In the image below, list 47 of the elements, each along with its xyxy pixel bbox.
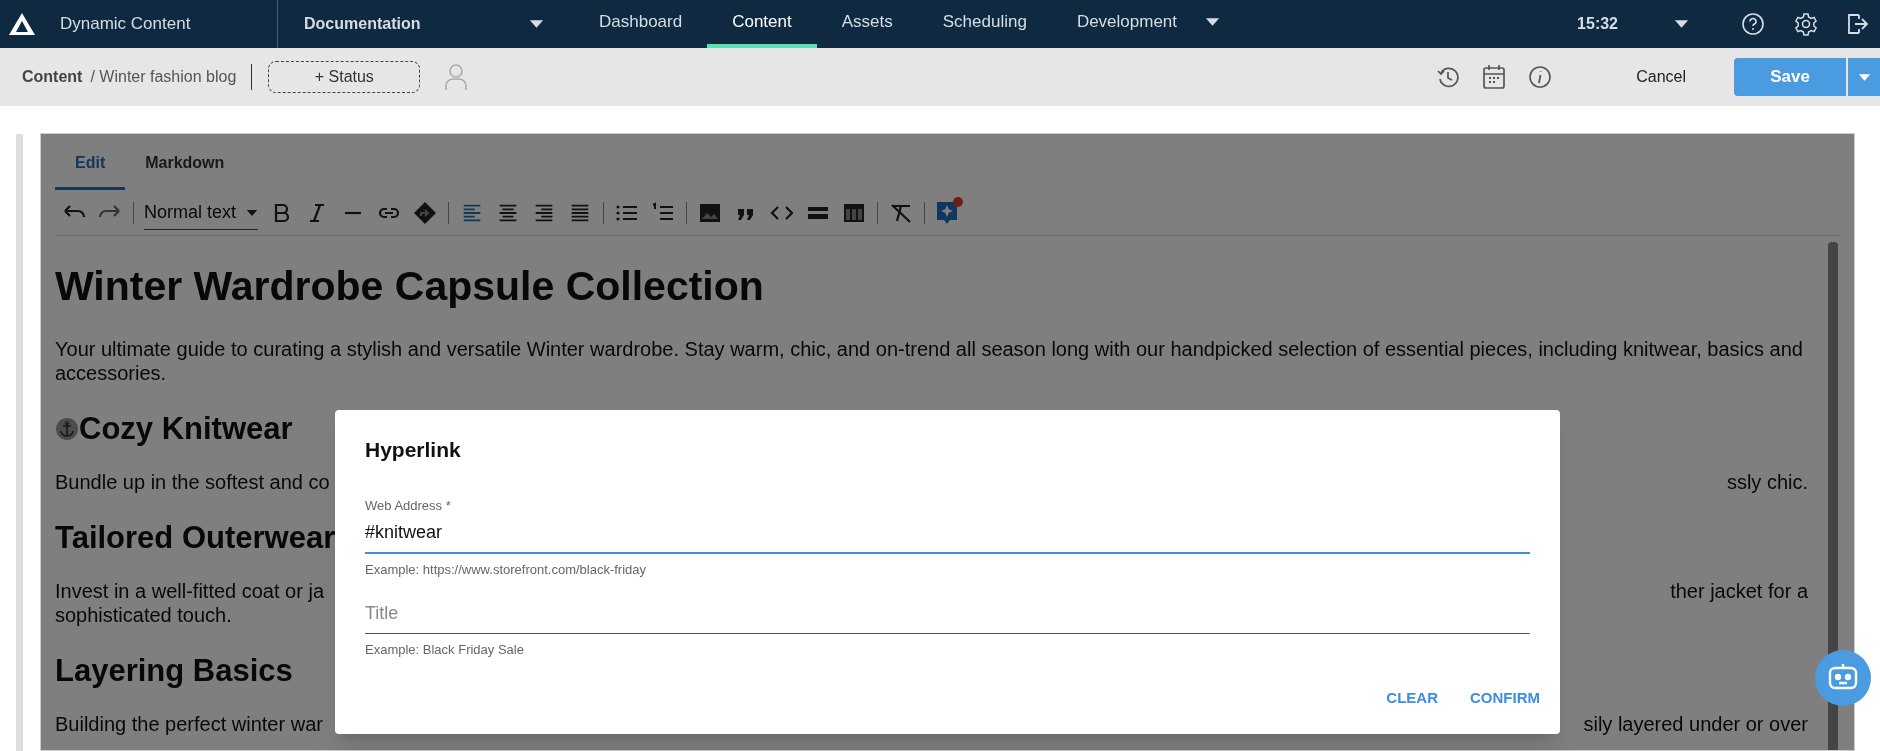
- caret-icon: [529, 19, 544, 29]
- anchor-diamond-icon[interactable]: [412, 200, 439, 225]
- paragraph-text: Bundle up in the softest and co: [55, 470, 330, 494]
- save-options-button[interactable]: [1848, 58, 1880, 96]
- app-title: Dynamic Content: [60, 13, 192, 36]
- cancel-button[interactable]: Cancel: [1636, 65, 1686, 89]
- caret-icon: [246, 208, 259, 217]
- paragraph-text: Invest in a well-fitted coat or ja: [55, 579, 324, 603]
- logo-icon: [8, 12, 36, 36]
- settings-icon[interactable]: [1794, 12, 1818, 36]
- dialog-title: Hyperlink: [365, 437, 462, 463]
- section-heading: Cozy Knitwear: [79, 410, 293, 448]
- helper-text: Example: Black Friday Sale: [365, 640, 525, 659]
- caret-icon: [1857, 72, 1871, 82]
- scrollbar[interactable]: [1828, 242, 1838, 750]
- paragraph-text: sily layered under or over: [1583, 712, 1808, 736]
- time-dropdown[interactable]: 15:32: [1577, 12, 1689, 36]
- nav-tab[interactable]: Dashboard: [574, 0, 708, 48]
- assistant-button[interactable]: [1815, 650, 1871, 706]
- caret-icon: [1674, 19, 1689, 29]
- block-style-dropdown[interactable]: Normal text: [144, 199, 259, 230]
- logout-icon[interactable]: [1846, 12, 1868, 36]
- breadcrumb-item: / Winter fashion blog: [90, 67, 237, 87]
- history-icon[interactable]: [1436, 65, 1461, 89]
- calendar-icon[interactable]: [1482, 64, 1507, 90]
- section-heading: Layering Basics: [55, 652, 293, 690]
- field-label: Web Address *: [365, 496, 452, 515]
- helper-text: Example: https://www.storefront.com/black-friday: [365, 561, 648, 579]
- help-icon[interactable]: [1741, 12, 1765, 36]
- sparkle-icon[interactable]: [935, 199, 960, 226]
- nav-tab[interactable]: Development: [1051, 0, 1246, 48]
- paragraph-text: Your ultimate guide to curating a stylish and versatile Winter wardrobe. Stay warm, chic, and on-trend all season long with our handpicked selection of essential pieces, including knitwear, basics and accessories.: [55, 337, 1804, 385]
- hub-dropdown[interactable]: Documentation: [304, 12, 544, 36]
- section-heading: Tailored Outerwear: [55, 519, 336, 557]
- document-heading: Winter Wardrobe Capsule Collection: [55, 262, 765, 311]
- nav-tab[interactable]: Scheduling: [917, 0, 1052, 48]
- paragraph-text: Building the perfect winter war: [55, 712, 323, 736]
- info-icon[interactable]: [1528, 65, 1553, 89]
- status-button[interactable]: + Status: [268, 61, 421, 93]
- text-field[interactable]: #knitwear: [365, 519, 1530, 554]
- paragraph-text: ther jacket for a: [1670, 579, 1808, 604]
- paragraph-text: sophisticated touch.: [55, 603, 233, 627]
- breadcrumb-root[interactable]: Content: [22, 65, 83, 89]
- nav-tab[interactable]: Assets: [816, 0, 918, 48]
- text-field[interactable]: Title: [365, 599, 1530, 634]
- paragraph-text: ssly chic.: [1726, 470, 1808, 494]
- editor-tab[interactable]: Markdown: [125, 151, 245, 190]
